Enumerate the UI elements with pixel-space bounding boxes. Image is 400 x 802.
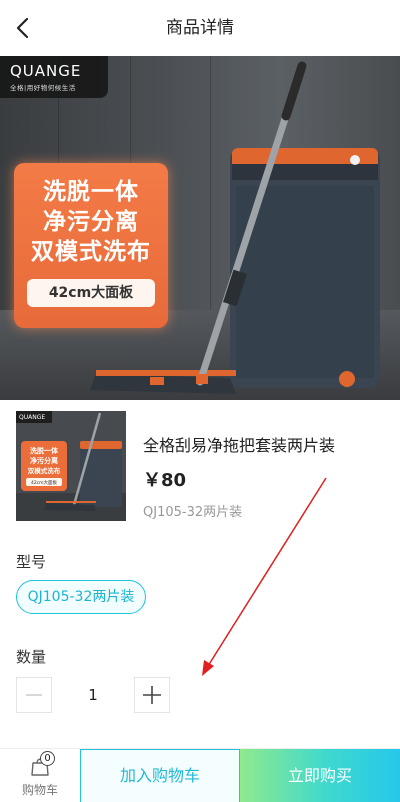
cart-tab[interactable]: 0 购物车 <box>0 749 80 802</box>
model-option-chip[interactable]: QJ105-32两片装 <box>16 580 146 614</box>
thumbnail-illustration: QUANGE 洗脱一体 净污分离 双模式洗布 42cm大面板 <box>16 411 126 521</box>
plus-icon <box>143 686 161 704</box>
promo-line: 净污分离 <box>43 209 139 235</box>
quantity-decrease-button[interactable] <box>16 677 52 713</box>
quantity-increase-button[interactable] <box>134 677 170 713</box>
product-price: ￥80 <box>143 470 187 491</box>
product-hero-image[interactable]: QUANGE 全格|用好物何候生活 洗脱一体 净污分离 双模式洗布 42cm大面… <box>0 56 400 400</box>
thumbnail-promo-line: 净污分离 <box>30 456 58 465</box>
brand-tagline: 全格|用好物何候生活 <box>10 84 76 92</box>
product-name: 全格刮易净拖把套装两片装 <box>143 436 336 455</box>
model-label: 型号 <box>16 553 47 571</box>
promo-line: 双模式洗布 <box>31 239 151 265</box>
buy-now-button[interactable]: 立即购买 <box>240 749 400 802</box>
thumbnail-brand: QUANGE <box>19 414 45 421</box>
quantity-label: 数量 <box>16 648 47 666</box>
brand-badge: QUANGE 全格|用好物何候生活 <box>0 56 108 98</box>
minus-icon <box>26 694 42 696</box>
promo-line: 洗脱一体 <box>43 179 139 205</box>
promo-card: 洗脱一体 净污分离 双模式洗布 42cm大面板 <box>14 163 168 328</box>
thumbnail-promo-line: 双模式洗布 <box>28 466 61 475</box>
quantity-value[interactable]: 1 <box>52 677 134 713</box>
brand-name: QUANGE <box>10 62 82 80</box>
product-sku: QJ105-32两片装 <box>143 505 243 520</box>
add-to-cart-button[interactable]: 加入购物车 <box>80 749 240 802</box>
bottom-action-bar: 0 购物车 加入购物车 立即购买 <box>0 748 400 802</box>
page-title: 商品详情 <box>166 18 234 38</box>
promo-pill: 42cm大面板 <box>27 279 155 307</box>
thumbnail-promo-pill: 42cm大面板 <box>31 479 58 486</box>
cart-count-badge: 0 <box>40 751 55 766</box>
cart-label: 购物车 <box>21 783 58 797</box>
product-thumbnail: QUANGE 洗脱一体 净污分离 双模式洗布 42cm大面板 <box>16 411 126 521</box>
header: 商品详情 <box>0 0 400 56</box>
thumbnail-promo-line: 洗脱一体 <box>30 446 59 455</box>
